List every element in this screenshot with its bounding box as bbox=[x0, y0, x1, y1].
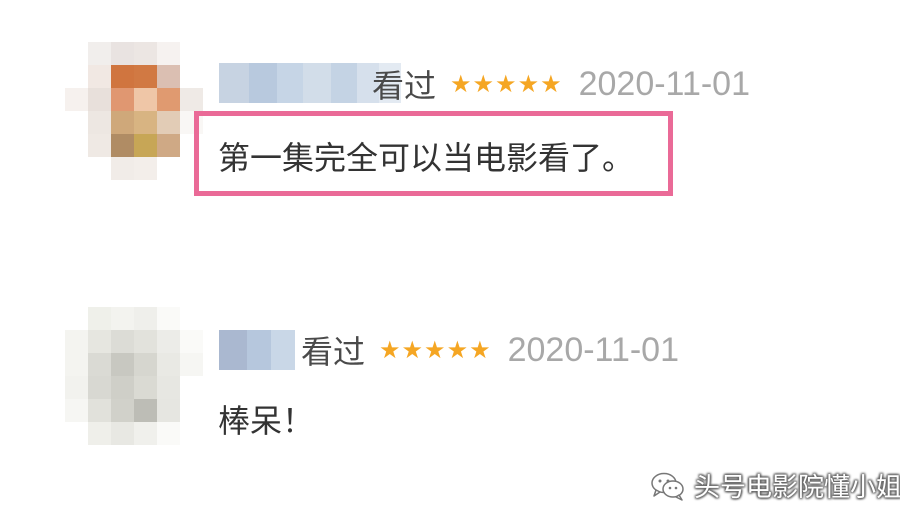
avatar-mosaic-cell bbox=[157, 353, 180, 376]
avatar-mosaic-cell bbox=[134, 134, 157, 157]
avatar-mosaic-cell bbox=[88, 399, 111, 422]
avatar-mosaic-cell bbox=[157, 88, 180, 111]
avatar-mosaic-cell bbox=[88, 307, 111, 330]
avatar-mosaic-cell bbox=[180, 88, 203, 111]
avatar-mosaic-cell bbox=[180, 307, 203, 330]
avatar-mosaic-cell bbox=[88, 157, 111, 180]
avatar-mosaic-cell bbox=[111, 65, 134, 88]
avatar-mosaic-cell bbox=[157, 422, 180, 445]
avatar-mosaic-cell bbox=[111, 307, 134, 330]
avatar-mosaic-cell bbox=[134, 111, 157, 134]
avatar-mosaic-cell bbox=[111, 353, 134, 376]
avatar-mosaic-cell bbox=[88, 422, 111, 445]
avatar-mosaic-cell bbox=[111, 376, 134, 399]
avatar-mosaic-cell bbox=[134, 65, 157, 88]
avatar-mosaic-cell bbox=[65, 157, 88, 180]
watermark: 头号电影院懂小姐 bbox=[650, 467, 900, 504]
avatar-mosaic-cell bbox=[157, 157, 180, 180]
username-mosaic-cell bbox=[219, 330, 247, 370]
star-rating-icon: ★★★★★ bbox=[450, 70, 563, 98]
username-mosaic-cell bbox=[271, 330, 295, 370]
avatar-mosaic-cell bbox=[157, 42, 180, 65]
username-mosaic-cell bbox=[219, 63, 249, 103]
avatar-mosaic-cell bbox=[180, 65, 203, 88]
avatar-mosaic-cell bbox=[134, 353, 157, 376]
avatar-mosaic-cell bbox=[157, 65, 180, 88]
avatar-mosaic-cell bbox=[111, 422, 134, 445]
avatar-mosaic-cell bbox=[134, 330, 157, 353]
avatar-mosaic-cell bbox=[65, 330, 88, 353]
avatar-mosaic-cell bbox=[134, 422, 157, 445]
watched-label: 看过 bbox=[372, 67, 437, 105]
avatar-mosaic-cell bbox=[157, 376, 180, 399]
avatar-mosaic-cell bbox=[134, 376, 157, 399]
avatar-mosaic-cell bbox=[157, 399, 180, 422]
avatar-mosaic-cell bbox=[65, 134, 88, 157]
avatar-mosaic-cell bbox=[88, 353, 111, 376]
comment-text: 第一集完全可以当电影看了。 bbox=[218, 139, 635, 177]
avatar-mosaic-cell bbox=[88, 111, 111, 134]
comment-date: 2020-11-01 bbox=[507, 330, 679, 369]
avatar-mosaic-cell bbox=[157, 330, 180, 353]
avatar-mosaic-cell bbox=[134, 42, 157, 65]
avatar-mosaic-cell bbox=[65, 353, 88, 376]
user-avatar[interactable] bbox=[65, 307, 203, 445]
avatar-mosaic-cell bbox=[65, 307, 88, 330]
avatar-mosaic-cell bbox=[180, 330, 203, 353]
avatar-mosaic-cell bbox=[180, 399, 203, 422]
avatar-mosaic-cell bbox=[134, 399, 157, 422]
avatar-mosaic-cell bbox=[111, 88, 134, 111]
wechat-icon bbox=[651, 472, 684, 501]
avatar-mosaic-cell bbox=[180, 422, 203, 445]
avatar-mosaic-cell bbox=[111, 157, 134, 180]
avatar-mosaic-cell bbox=[65, 65, 88, 88]
avatar-mosaic-cell bbox=[180, 42, 203, 65]
user-avatar[interactable] bbox=[65, 42, 203, 180]
avatar-mosaic-cell bbox=[111, 330, 134, 353]
avatar-mosaic-cell bbox=[88, 134, 111, 157]
avatar-mosaic-cell bbox=[157, 307, 180, 330]
avatar-mosaic-cell bbox=[65, 42, 88, 65]
avatar-mosaic-cell bbox=[134, 307, 157, 330]
comment-meta: 看过 ★★★★★ 2020-11-01 bbox=[372, 62, 750, 106]
avatar-mosaic-cell bbox=[157, 111, 180, 134]
avatar-mosaic-cell bbox=[65, 399, 88, 422]
star-rating-icon: ★★★★★ bbox=[379, 336, 492, 364]
username-mosaic-cell bbox=[303, 63, 331, 103]
username-mosaic-cell bbox=[249, 63, 277, 103]
avatar-mosaic-cell bbox=[111, 399, 134, 422]
avatar-mosaic-cell bbox=[88, 376, 111, 399]
avatar-mosaic-cell bbox=[88, 88, 111, 111]
avatar-mosaic-cell bbox=[88, 42, 111, 65]
avatar-mosaic-cell bbox=[111, 42, 134, 65]
avatar-mosaic-cell bbox=[134, 88, 157, 111]
avatar-mosaic-cell bbox=[157, 134, 180, 157]
watermark-text: 头号电影院懂小姐 bbox=[694, 473, 900, 503]
avatar-mosaic-cell bbox=[65, 88, 88, 111]
username-mosaic-cell bbox=[331, 63, 357, 103]
avatar-mosaic-cell bbox=[111, 111, 134, 134]
avatar-mosaic-cell bbox=[65, 376, 88, 399]
avatar-mosaic-cell bbox=[88, 330, 111, 353]
avatar-mosaic-cell bbox=[180, 353, 203, 376]
comment-date: 2020-11-01 bbox=[578, 64, 750, 103]
avatar-mosaic-cell bbox=[65, 422, 88, 445]
blurred-username[interactable] bbox=[219, 330, 295, 370]
watched-label: 看过 bbox=[301, 333, 366, 371]
avatar-mosaic-cell bbox=[88, 65, 111, 88]
comment-meta: 看过 ★★★★★ 2020-11-01 bbox=[301, 328, 679, 372]
avatar-mosaic-cell bbox=[65, 111, 88, 134]
comment-text: 棒呆！ bbox=[218, 402, 315, 440]
username-mosaic-cell bbox=[277, 63, 303, 103]
avatar-mosaic-cell bbox=[111, 134, 134, 157]
username-mosaic-cell bbox=[247, 330, 271, 370]
avatar-mosaic-cell bbox=[180, 376, 203, 399]
avatar-mosaic-cell bbox=[134, 157, 157, 180]
